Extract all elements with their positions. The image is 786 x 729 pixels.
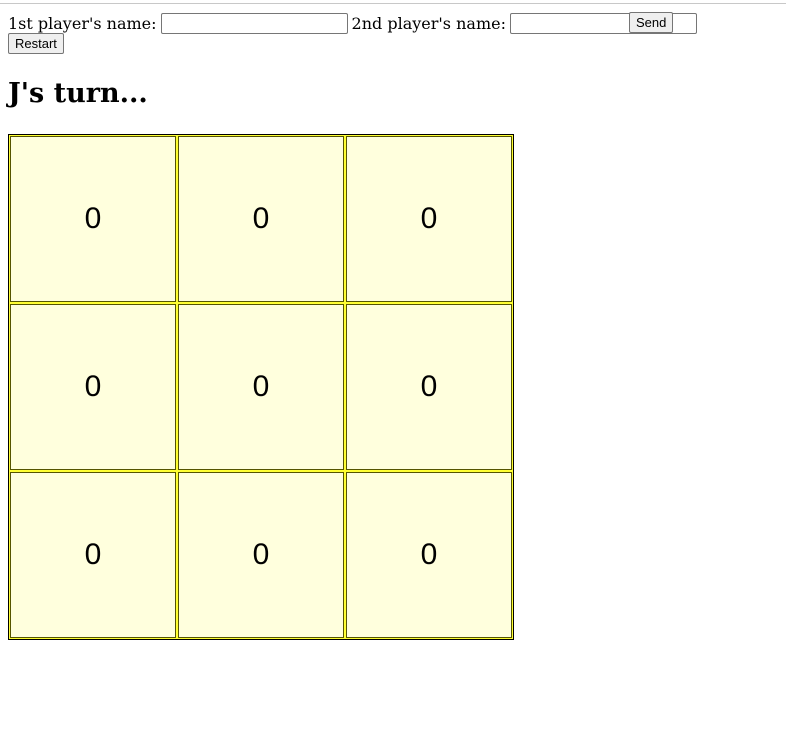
- board-cell[interactable]: 0: [178, 472, 344, 638]
- player1-name-input[interactable]: [160, 12, 348, 34]
- board-cell[interactable]: 0: [10, 304, 176, 470]
- board-cell[interactable]: 0: [178, 136, 344, 302]
- board-cell[interactable]: 0: [10, 136, 176, 302]
- player2-label: 2nd player's name:: [351, 13, 506, 33]
- send-button[interactable]: Send: [629, 12, 674, 33]
- board-cell[interactable]: 0: [178, 304, 344, 470]
- turn-status-heading: J's turn...: [8, 78, 148, 109]
- board-cell[interactable]: 0: [346, 136, 512, 302]
- board-cell[interactable]: 0: [346, 304, 512, 470]
- player1-label: 1st player's name:: [8, 13, 157, 33]
- board-cell[interactable]: 0: [346, 472, 512, 638]
- top-divider: [0, 3, 786, 4]
- board-cell[interactable]: 0: [10, 472, 176, 638]
- restart-button[interactable]: Restart: [8, 33, 64, 54]
- game-board: 0 0 0 0 0 0 0 0 0: [8, 134, 514, 640]
- player-names-form: 1st player's name: 2nd player's name:: [8, 11, 701, 35]
